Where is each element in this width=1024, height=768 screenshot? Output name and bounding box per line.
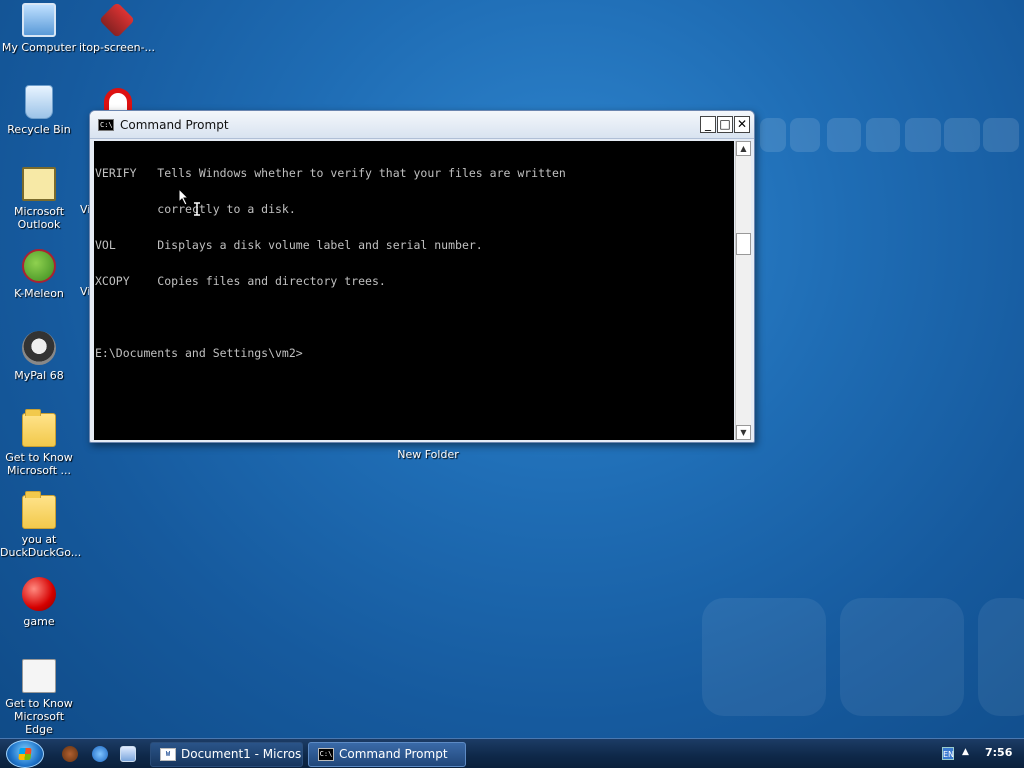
folder-icon [22, 491, 56, 529]
desktop-icon-label: Recycle Bin [7, 123, 71, 136]
itop-icon [98, 1, 136, 39]
background-tile [866, 118, 900, 152]
scroll-thumb[interactable] [736, 233, 751, 255]
console-line: XCOPY Copies files and directory trees. [95, 274, 386, 288]
background-tile [983, 118, 1019, 152]
mouse-pointer-icon [178, 188, 190, 206]
quick-launch-browser-icon[interactable] [62, 746, 78, 762]
console-line: VERIFY Tells Windows whether to verify t… [95, 166, 566, 180]
taskbar-item-label: Command Prompt [339, 747, 448, 761]
clock[interactable]: 7:56 [985, 746, 1012, 759]
outlook-icon [22, 167, 56, 201]
desktop-icon-recycle-bin[interactable]: Recycle Bin [0, 85, 78, 136]
k-meleon-icon [22, 249, 56, 283]
desktop-icon-get-to-know-folder[interactable]: Get to Know Microsoft ... [0, 409, 78, 477]
desktop-icon-label: K-Meleon [14, 287, 64, 300]
taskbar-item-label: Document1 - Micros... [181, 747, 303, 761]
background-tile [790, 118, 820, 152]
console-line: correctly to a disk. [95, 202, 296, 216]
new-folder-label[interactable]: New Folder [388, 448, 468, 461]
desktop-icon-game[interactable]: game [0, 577, 78, 628]
recycle-bin-icon [25, 85, 53, 119]
background-tile [702, 598, 826, 716]
text-cursor-icon [194, 202, 200, 216]
desktop-icon-duckduckgo-folder[interactable]: you at DuckDuckGo... [0, 491, 82, 559]
document-icon [22, 659, 56, 693]
start-button[interactable] [6, 740, 44, 768]
scroll-down-button[interactable]: ▼ [736, 425, 751, 440]
folder-icon [22, 409, 56, 447]
desktop-icon-itop-screen[interactable]: itop-screen-... [78, 1, 156, 54]
word-icon: W [160, 748, 176, 761]
window-title: Command Prompt [120, 118, 229, 132]
cmd-icon: C:\ [98, 119, 114, 131]
command-prompt-window[interactable]: C:\ Command Prompt _ □ ✕ VERIFY Tells Wi… [89, 110, 755, 443]
background-tile [760, 118, 786, 152]
desktop-icon-k-meleon[interactable]: K-Meleon [0, 249, 78, 300]
scroll-up-button[interactable]: ▲ [736, 141, 751, 156]
language-indicator[interactable]: EN [942, 747, 954, 760]
taskbar-item-command-prompt[interactable]: C:\ Command Prompt [308, 742, 466, 767]
red-ball-icon [22, 577, 56, 611]
background-tile [978, 598, 1024, 716]
desktop-icon-label: Get to Know Microsoft ... [5, 451, 73, 477]
desktop-icon-label: Microsoft Outlook [13, 205, 65, 231]
background-tile [905, 118, 941, 152]
raccoon-icon [22, 331, 56, 365]
background-tile [827, 118, 861, 152]
desktop-icon-label: itop-screen-... [78, 41, 156, 54]
console-prompt: E:\Documents and Settings\vm2> [95, 346, 303, 360]
desktop-icon-label: you at DuckDuckGo... [0, 533, 82, 559]
console-line: VOL Displays a disk volume label and ser… [95, 238, 483, 252]
close-button[interactable]: ✕ [734, 116, 750, 133]
desktop-icon-mypal[interactable]: MyPal 68 [0, 331, 78, 382]
quick-launch-show-desktop-icon[interactable] [120, 746, 136, 762]
minimize-button[interactable]: _ [700, 116, 716, 133]
vertical-scrollbar[interactable]: ▲ ▼ [735, 141, 751, 440]
title-bar[interactable]: C:\ Command Prompt _ □ ✕ [90, 111, 754, 139]
desktop-icon-get-to-know-edge[interactable]: Get to Know Microsoft Edge [0, 659, 78, 736]
desktop-icon-label: game [23, 615, 55, 628]
quick-launch-internet-explorer-icon[interactable] [92, 746, 108, 762]
monitor-icon [22, 3, 56, 37]
tray-expand-icon[interactable]: ▲ [962, 747, 969, 757]
taskbar-item-document1[interactable]: W Document1 - Micros... [150, 742, 303, 767]
desktop-icon-label: My Computer [1, 41, 77, 54]
taskbar: W Document1 - Micros... C:\ Command Prom… [0, 738, 1024, 768]
desktop-icon-my-computer[interactable]: My Computer [0, 3, 78, 54]
cmd-icon: C:\ [318, 748, 334, 761]
background-tile [944, 118, 980, 152]
desktop-icon-outlook[interactable]: Microsoft Outlook [0, 167, 78, 231]
background-tile [840, 598, 964, 716]
console-output[interactable]: VERIFY Tells Windows whether to verify t… [94, 141, 734, 440]
maximize-button[interactable]: □ [717, 116, 733, 133]
desktop-icon-label: MyPal 68 [14, 369, 64, 382]
desktop-icon-label: Get to Know Microsoft Edge [5, 697, 73, 736]
partial-icon [104, 88, 132, 110]
